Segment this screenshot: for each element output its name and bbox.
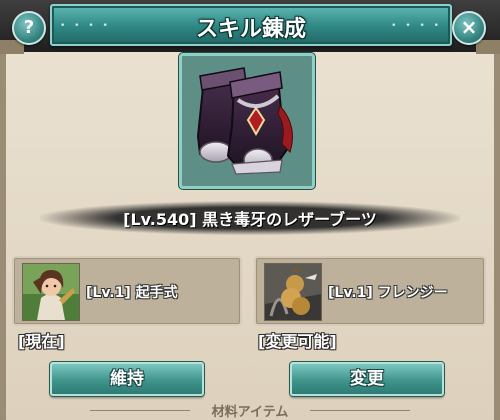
candidate-status-label: [変更可能] — [258, 332, 337, 351]
candidate-skill-panel[interactable]: [Lv.1] フレンジー — [254, 256, 486, 326]
current-skill-label: [Lv.1] 起手式 — [86, 285, 178, 301]
materials-section-label: 材料アイテム — [211, 405, 289, 420]
current-status-label: [現在] — [18, 332, 65, 351]
current-skill-panel[interactable]: [Lv.1] 起手式 — [12, 256, 242, 326]
title-bar: • • • • • • • • スキル錬成 ? × — [0, 0, 500, 54]
change-button[interactable]: 変更 — [290, 362, 444, 396]
equipment-item-slot[interactable] — [179, 53, 315, 189]
frame-corner-right — [476, 40, 500, 54]
current-skill-portrait — [22, 263, 80, 321]
candidate-skill-label: [Lv.1] フレンジー — [328, 285, 448, 301]
leather-boots-icon — [196, 67, 293, 175]
close-button[interactable]: × — [452, 11, 486, 45]
keep-button[interactable]: 維持 — [50, 362, 204, 396]
title-plate: • • • • • • • • スキル錬成 — [50, 4, 452, 46]
candidate-skill-portrait — [264, 263, 322, 321]
page-title: スキル錬成 — [195, 17, 306, 42]
item-name: [Lv.540] 黒き毒牙のレザーブーツ — [123, 210, 377, 229]
help-button[interactable]: ? — [12, 11, 46, 45]
question-mark-icon: ? — [23, 17, 35, 38]
close-icon: × — [460, 15, 478, 39]
